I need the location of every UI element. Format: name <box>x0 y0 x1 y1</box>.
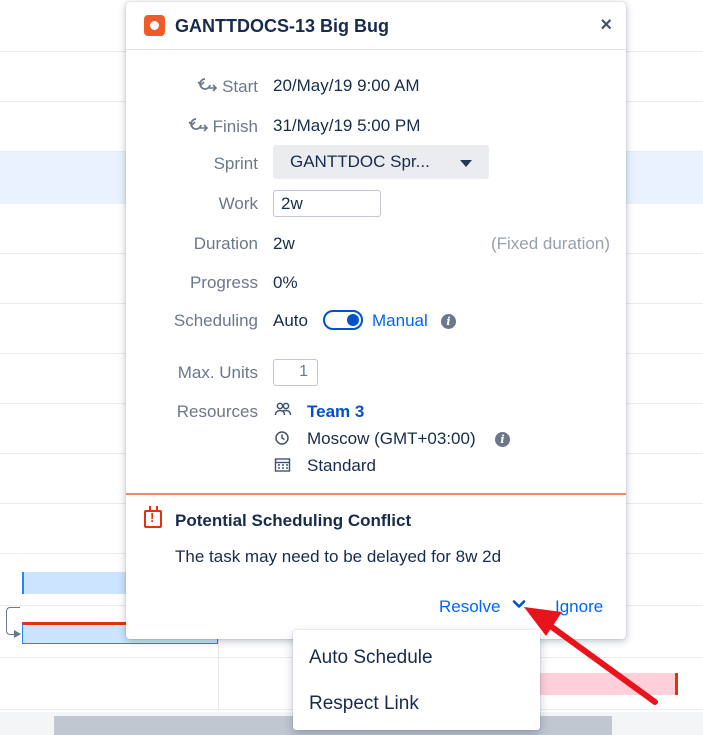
fixed-duration-note: (Fixed duration) <box>490 234 610 253</box>
finish-value[interactable]: 31/May/19 5:00 PM <box>273 116 420 136</box>
card-title[interactable]: GANTTDOCS-13 Big Bug <box>175 16 389 37</box>
start-value[interactable]: 20/May/19 9:00 AM <box>273 76 419 96</box>
scheduling-auto-label: Auto <box>273 311 308 330</box>
auto-schedule-icon <box>196 76 218 97</box>
calendar-alert-icon <box>144 506 162 528</box>
resources-label: Resources <box>176 402 258 421</box>
bug-issue-icon <box>144 15 165 36</box>
scheduling-manual-label: Manual <box>372 311 428 330</box>
work-input[interactable] <box>273 190 381 217</box>
sprint-select[interactable]: GANTTDOC Spr... <box>273 145 489 179</box>
clock-icon <box>274 429 292 447</box>
close-button[interactable]: × <box>600 13 612 37</box>
calendar-value: Standard <box>307 456 376 475</box>
info-icon[interactable]: i <box>495 432 510 447</box>
team-link[interactable]: Team 3 <box>307 402 364 422</box>
scheduling-mode-toggle[interactable] <box>323 310 363 330</box>
team-icon <box>274 401 292 419</box>
menu-item-auto-schedule[interactable]: Auto Schedule <box>309 647 433 669</box>
progress-label: Progress <box>189 273 258 292</box>
resolve-link[interactable]: Resolve <box>439 597 500 617</box>
duration-value[interactable]: 2w <box>273 234 295 254</box>
auto-schedule-icon <box>187 116 209 137</box>
scheduling-label: Scheduling <box>173 311 258 330</box>
conflict-divider <box>126 493 626 495</box>
ignore-link[interactable]: Ignore <box>555 597 603 617</box>
start-label-text: Start <box>222 77 258 96</box>
card-header: GANTTDOCS-13 Big Bug × <box>126 2 626 50</box>
timezone-value: Moscow (GMT+03:00) <box>307 429 476 448</box>
dependency-arrow-icon <box>14 630 21 638</box>
gantt-task-bar[interactable] <box>22 572 132 594</box>
chevron-down-icon[interactable] <box>510 595 528 613</box>
start-label: Start <box>126 76 258 97</box>
gantt-task-bar[interactable] <box>538 673 678 695</box>
sprint-selected-value: GANTTDOC Spr... <box>290 152 430 171</box>
conflict-title: Potential Scheduling Conflict <box>175 511 412 530</box>
menu-item-respect-link[interactable]: Respect Link <box>309 693 419 715</box>
info-icon[interactable]: i <box>441 314 456 329</box>
max-units-input[interactable]: 1 <box>273 359 318 386</box>
finish-label-text: Finish <box>212 117 258 136</box>
caret-down-icon <box>460 160 472 167</box>
toggle-knob <box>347 314 359 326</box>
sprint-label: Sprint <box>213 154 258 173</box>
resolve-dropdown-menu: Auto Schedule Respect Link <box>293 630 540 730</box>
max-units-label: Max. Units <box>177 363 258 382</box>
finish-label: Finish <box>126 116 258 137</box>
task-details-card: GANTTDOCS-13 Big Bug × Start 20/May/19 9… <box>126 2 626 639</box>
progress-value[interactable]: 0% <box>273 273 298 293</box>
duration-label: Duration <box>193 234 258 253</box>
work-label: Work <box>218 194 258 213</box>
calendar-icon <box>274 456 292 474</box>
conflict-message: The task may need to be delayed for 8w 2… <box>175 547 502 566</box>
